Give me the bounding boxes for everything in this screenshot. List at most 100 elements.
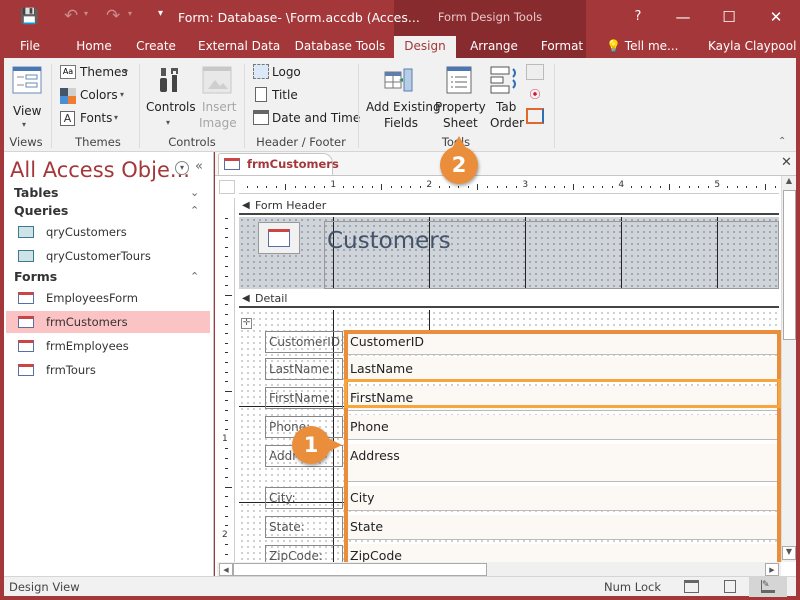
- scroll-right-icon[interactable]: ▶: [765, 563, 779, 576]
- tab-home[interactable]: Home: [70, 36, 118, 58]
- shutter-bar-close-icon[interactable]: «: [195, 159, 203, 174]
- maximize-button[interactable]: ☐: [709, 4, 749, 30]
- field-textbox[interactable]: ZipCode: [346, 544, 779, 562]
- nav-item-employeesform[interactable]: EmployeesForm: [6, 287, 210, 309]
- add-existing-fields-button[interactable]: Add Existing Fields: [364, 64, 441, 132]
- tab-database-tools[interactable]: Database Tools: [294, 36, 386, 58]
- tab-create[interactable]: Create: [132, 36, 180, 58]
- logo-button[interactable]: Logo: [252, 64, 352, 84]
- form-header-bar[interactable]: ◀ Form Header: [239, 198, 779, 215]
- field-label[interactable]: State:: [265, 516, 343, 538]
- redo-dropdown-icon[interactable]: ▾: [128, 9, 132, 18]
- horizontal-scroll-thumb[interactable]: [233, 563, 487, 576]
- nav-item-frmcustomers[interactable]: frmCustomers: [6, 311, 210, 333]
- collapse-forms-icon[interactable]: ⌃: [190, 270, 199, 283]
- form-selector[interactable]: [219, 180, 235, 194]
- ruler-tick: [688, 186, 690, 188]
- field-textbox[interactable]: LastName: [346, 357, 779, 382]
- field-textbox[interactable]: Phone: [346, 415, 779, 440]
- ruler-tick: [266, 186, 268, 188]
- ruler-tick: [225, 256, 228, 258]
- document-tab-frmcustomers[interactable]: frmCustomers: [218, 153, 339, 175]
- nav-pane-title[interactable]: All Access Obje...: [10, 158, 190, 182]
- title-label: Title: [272, 88, 298, 102]
- expand-tables-icon[interactable]: ⌄: [190, 186, 199, 199]
- tab-external-data[interactable]: External Data: [198, 36, 280, 58]
- tab-design[interactable]: Design: [394, 36, 456, 58]
- layout-move-handle-icon[interactable]: ✛: [241, 318, 252, 329]
- field-textbox[interactable]: City: [346, 486, 779, 511]
- field-textbox[interactable]: CustomerID: [346, 330, 779, 355]
- tab-file[interactable]: File: [10, 36, 50, 58]
- scroll-left-icon[interactable]: ◀: [219, 563, 233, 576]
- form-title-label[interactable]: Customers: [324, 221, 779, 289]
- tab-format[interactable]: Format: [536, 36, 588, 58]
- field-label[interactable]: CustomerID:: [265, 331, 343, 353]
- redo-icon[interactable]: ↷: [106, 6, 120, 26]
- themes-button[interactable]: Aa Themes ▾: [58, 64, 138, 84]
- convert-macros-icon[interactable]: ⦿: [526, 86, 544, 102]
- tab-arrange[interactable]: Arrange: [464, 36, 524, 58]
- collapse-queries-icon[interactable]: ⌃: [190, 204, 199, 217]
- nav-item-qrycustomers[interactable]: qryCustomers: [6, 221, 210, 243]
- design-view-button[interactable]: ✎: [749, 577, 787, 597]
- collapse-ribbon-icon[interactable]: ⌃: [778, 136, 786, 147]
- nav-item-frmtours[interactable]: frmTours: [6, 359, 210, 381]
- tab-order-button[interactable]: Tab Order: [488, 64, 524, 132]
- ruler-tick: [304, 186, 306, 188]
- undo-dropdown-icon[interactable]: ▾: [84, 9, 88, 18]
- date-time-button[interactable]: Date and Time: [252, 110, 360, 130]
- field-label[interactable]: City:: [265, 487, 343, 509]
- field-textbox[interactable]: State: [346, 515, 779, 540]
- nav-item-frmemployees[interactable]: frmEmployees: [6, 335, 210, 357]
- field-textbox[interactable]: FirstName: [346, 386, 779, 411]
- scroll-up-icon[interactable]: ▲: [782, 176, 796, 190]
- nav-item-label: frmCustomers: [46, 315, 128, 329]
- nav-item-label: EmployeesForm: [46, 291, 138, 305]
- undo-icon[interactable]: ↶: [64, 6, 78, 26]
- field-label[interactable]: ZipCode:: [265, 545, 343, 562]
- ruler-tick: [439, 186, 440, 188]
- user-name[interactable]: Kayla Claypool: [708, 36, 796, 58]
- horizontal-scrollbar[interactable]: ◀ ▶: [217, 562, 781, 577]
- ruler-number: 5: [714, 180, 721, 190]
- subform-icon[interactable]: [526, 64, 544, 80]
- tell-me-box[interactable]: 💡 Tell me...: [606, 36, 686, 58]
- form-view-icon[interactable]: [684, 580, 699, 593]
- close-button[interactable]: ✕: [756, 4, 796, 30]
- view-button[interactable]: View ▾: [10, 64, 44, 130]
- form-logo-control[interactable]: [258, 222, 300, 254]
- layout-view-icon[interactable]: [724, 580, 736, 593]
- controls-button[interactable]: Controls ▾: [144, 64, 196, 132]
- insert-image-button[interactable]: Insert Image: [198, 64, 238, 132]
- help-button[interactable]: ?: [618, 4, 658, 30]
- status-bar: Design View Num Lock ✎: [4, 576, 796, 597]
- field-label[interactable]: FirstName:: [265, 387, 343, 409]
- ruler-number: 1: [330, 180, 337, 190]
- fonts-button[interactable]: A Fonts ▾: [58, 110, 138, 130]
- nav-menu-dropdown-icon[interactable]: ▾: [175, 161, 189, 175]
- nav-item-qrycustomertours[interactable]: qryCustomerTours: [6, 245, 210, 267]
- num-lock-indicator: Num Lock: [604, 580, 661, 594]
- callout-1-pointer: [328, 438, 342, 452]
- ruler-tick: [225, 323, 228, 325]
- minimize-button[interactable]: —: [663, 4, 703, 30]
- nav-section-queries[interactable]: Queries: [14, 203, 68, 218]
- field-textbox[interactable]: Address: [346, 444, 779, 482]
- property-sheet-button[interactable]: Property Sheet: [434, 64, 486, 132]
- colors-button[interactable]: Colors ▾: [58, 87, 138, 107]
- ruler-tick: [544, 186, 546, 188]
- field-label[interactable]: LastName:: [265, 358, 343, 380]
- view-code-icon[interactable]: [526, 108, 544, 124]
- scroll-down-icon[interactable]: ▼: [782, 546, 796, 560]
- nav-item-label: qryCustomerTours: [46, 249, 151, 263]
- detail-bar[interactable]: ◀ Detail: [239, 291, 779, 308]
- customize-qat-icon[interactable]: ▾: [158, 8, 163, 19]
- nav-section-tables[interactable]: Tables: [14, 185, 59, 200]
- nav-section-forms[interactable]: Forms: [14, 269, 57, 284]
- vertical-scroll-thumb[interactable]: [783, 190, 796, 340]
- close-document-icon[interactable]: ✕: [781, 155, 792, 170]
- vertical-scrollbar[interactable]: ▲ ▼: [781, 176, 796, 562]
- title-button[interactable]: Title: [252, 87, 352, 107]
- save-icon[interactable]: 💾: [20, 7, 39, 25]
